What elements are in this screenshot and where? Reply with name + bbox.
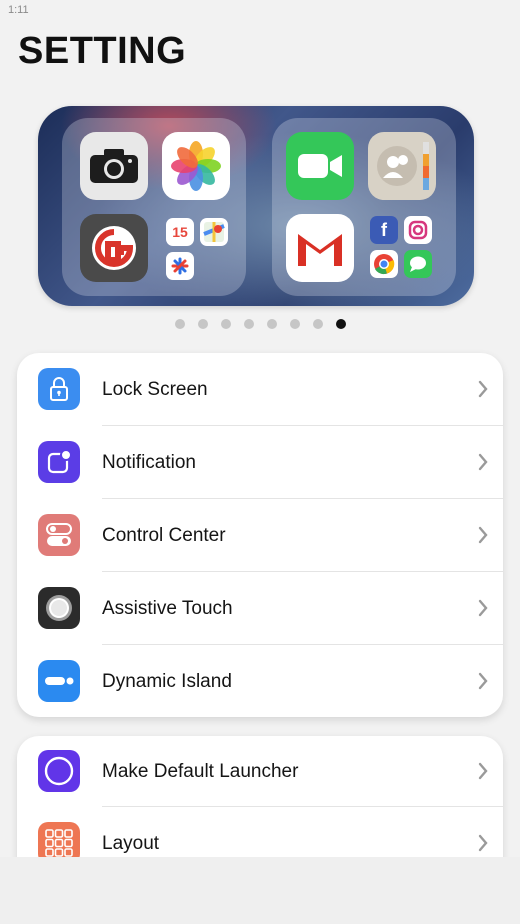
bottom-area (0, 857, 520, 924)
facetime-icon (286, 132, 354, 200)
lock-icon (38, 368, 80, 410)
settings-item-lock-screen[interactable]: Lock Screen (17, 353, 503, 426)
notification-icon (38, 441, 80, 483)
contacts-icon (368, 132, 436, 200)
chevron-right-icon (478, 672, 488, 690)
page-dot[interactable] (197, 319, 208, 329)
page-dot[interactable] (243, 319, 254, 329)
asterisk-app-icon (166, 252, 194, 280)
settings-item-label: Lock Screen (102, 378, 208, 400)
chevron-right-icon (478, 599, 488, 617)
facebook-icon: f (370, 216, 398, 244)
settings-group-launcher: Make Default Launcher Layout (17, 736, 503, 876)
chrome-icon (370, 250, 398, 278)
page-dot[interactable] (220, 319, 231, 329)
gmail-icon (286, 214, 354, 282)
chevron-right-icon (478, 453, 488, 471)
page-dot-active[interactable] (335, 319, 346, 329)
chevron-right-icon (478, 380, 488, 398)
settings-item-assistive-touch[interactable]: Assistive Touch (17, 572, 503, 645)
settings-item-control-center[interactable]: Control Center (17, 499, 503, 572)
circle-icon (38, 750, 80, 792)
maps-icon (200, 218, 228, 246)
app-folder-left: 15 (62, 118, 246, 296)
status-time: 1:11 (8, 4, 29, 16)
settings-item-label: Make Default Launcher (102, 760, 299, 782)
toggle-icon (38, 514, 80, 556)
camera-icon (80, 132, 148, 200)
app-folder-right: f (272, 118, 456, 296)
settings-item-label: Dynamic Island (102, 670, 232, 692)
instagram-icon (404, 216, 432, 244)
settings-item-label: Layout (102, 832, 160, 854)
chevron-right-icon (478, 526, 488, 544)
chevron-right-icon (478, 762, 488, 780)
page-dot[interactable] (312, 319, 323, 329)
settings-item-label: Assistive Touch (102, 597, 233, 619)
settings-item-dynamic-island[interactable]: Dynamic Island (17, 645, 503, 717)
photos-icon (162, 132, 230, 200)
settings-item-make-default-launcher[interactable]: Make Default Launcher (17, 736, 503, 807)
page-indicator[interactable] (0, 319, 520, 329)
page-dot[interactable] (266, 319, 277, 329)
calendar-icon: 15 (166, 218, 194, 246)
page-title: SETTING (18, 30, 187, 72)
page-dot[interactable] (289, 319, 300, 329)
settings-item-label: Control Center (102, 524, 226, 546)
page-dot[interactable] (174, 319, 185, 329)
messages-icon (404, 250, 432, 278)
assistive-touch-icon (38, 587, 80, 629)
home-screen-preview-banner[interactable]: 15 f (38, 106, 474, 306)
settings-group-main: Lock Screen Notification Control Center … (17, 353, 503, 717)
settings-item-label: Notification (102, 451, 196, 473)
dynamic-island-icon (38, 660, 80, 702)
settings-item-notification[interactable]: Notification (17, 426, 503, 499)
chevron-right-icon (478, 834, 488, 852)
app-g-icon (80, 214, 148, 282)
